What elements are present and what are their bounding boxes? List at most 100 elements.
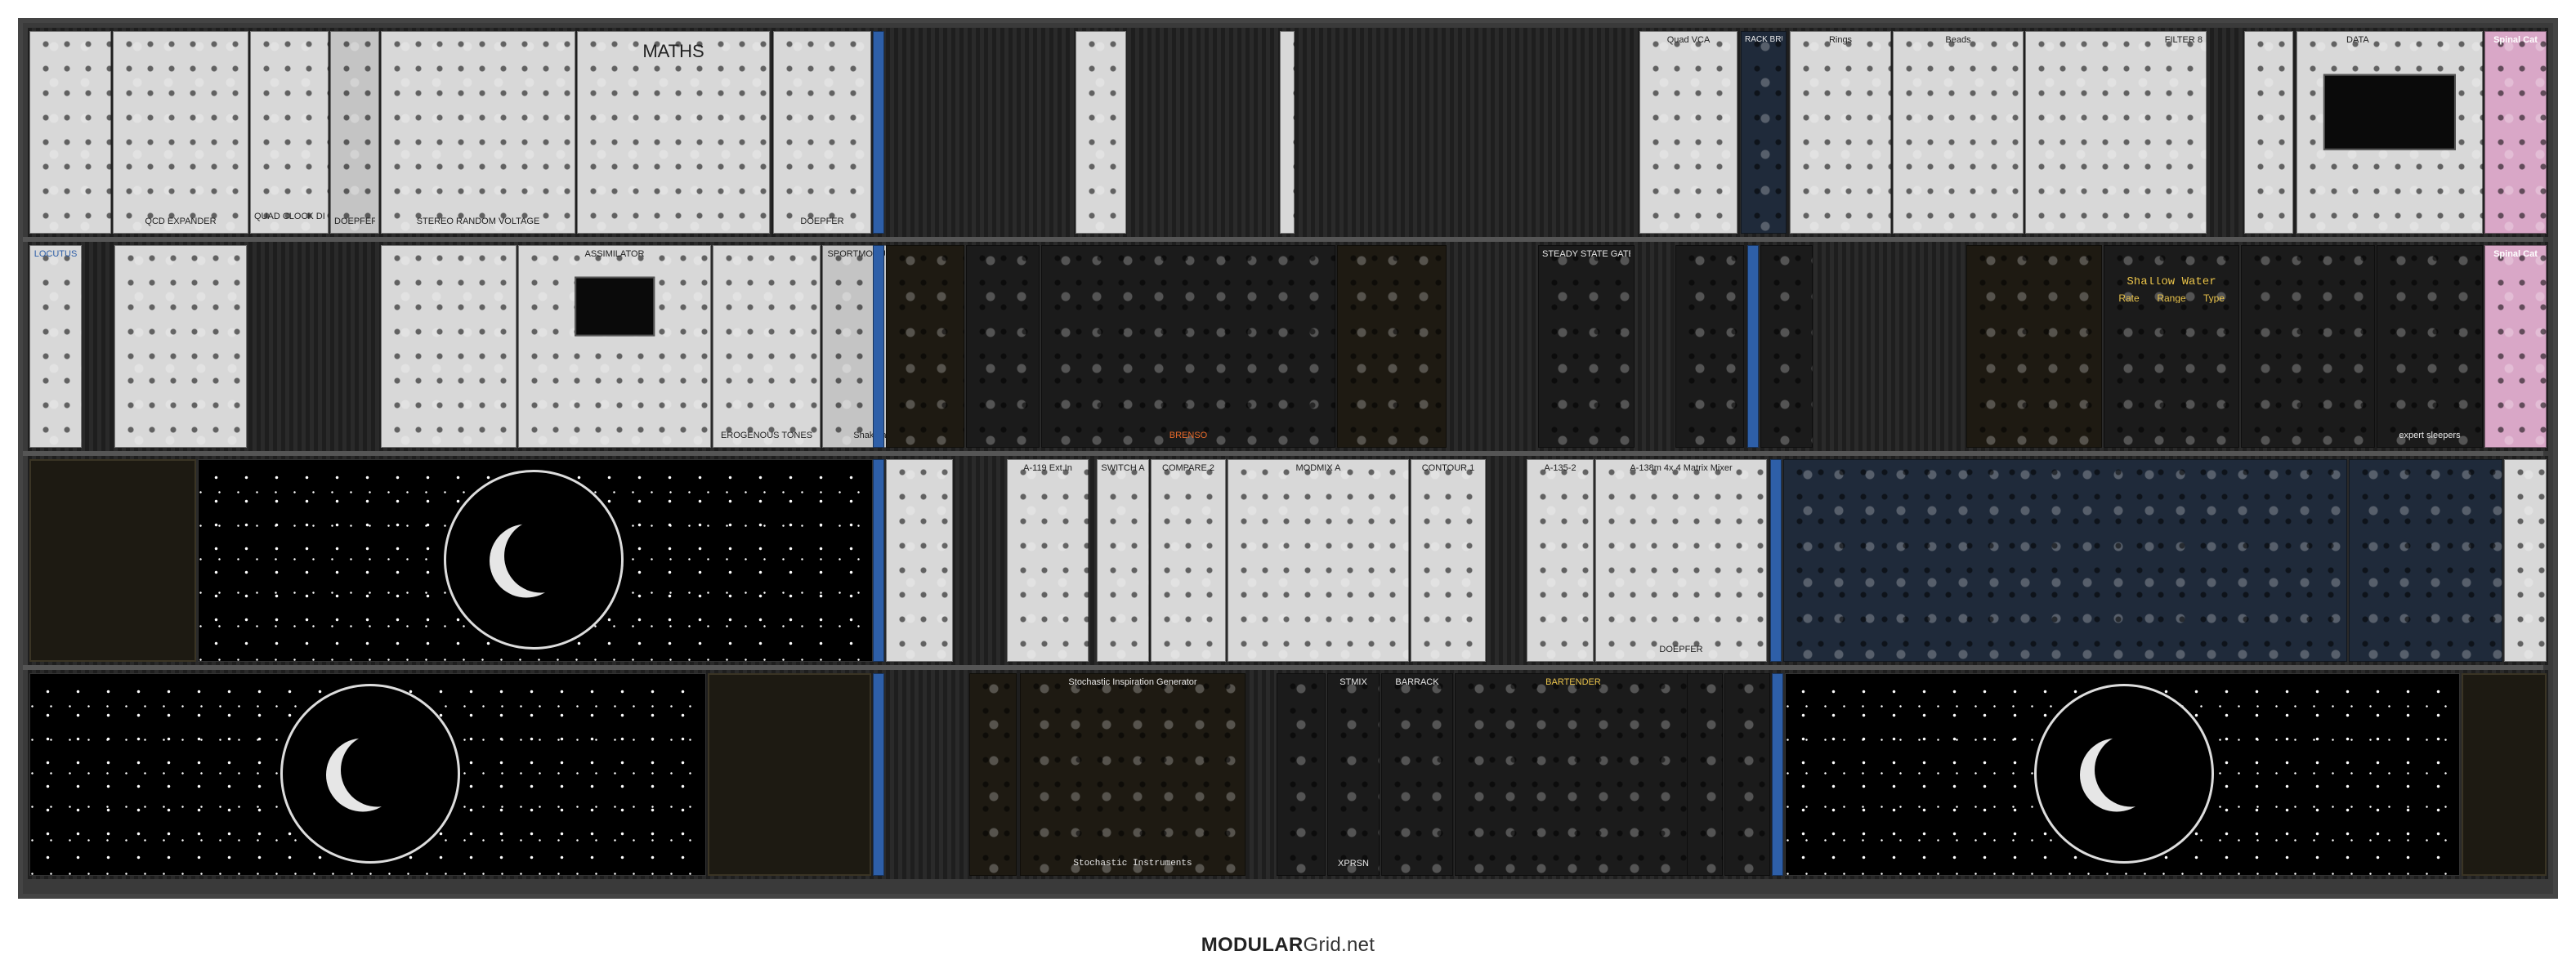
rack-row-2: LOCUTUS ASSIMILATOR EROGENOUS TONES SPOR… xyxy=(28,242,2548,451)
blank-plate xyxy=(708,673,871,876)
module-panel[interactable] xyxy=(969,673,1017,876)
module-panel[interactable] xyxy=(1277,673,1326,876)
module-panel[interactable]: RACK BRUTE xyxy=(1741,31,1787,234)
module-panel[interactable] xyxy=(2241,245,2375,448)
module-panel[interactable] xyxy=(114,245,247,448)
module-label: MODMIX A xyxy=(1295,463,1341,473)
module-panel[interactable]: Rings xyxy=(1790,31,1891,234)
module-label: LOCUTUS xyxy=(34,249,78,259)
mode-button-label[interactable]: Type xyxy=(2194,293,2234,303)
module-panel[interactable]: BRENSO xyxy=(1041,245,1335,448)
module-label: DOEPFER xyxy=(800,217,844,226)
module-panel[interactable] xyxy=(1770,459,1782,662)
module-panel[interactable]: STEADY STATE GATE xyxy=(1538,245,1635,448)
blank-panel-artwork xyxy=(1785,673,2460,876)
module-panel[interactable] xyxy=(2504,459,2547,662)
module-label: expert sleepers xyxy=(2399,431,2461,440)
module-panel[interactable] xyxy=(873,31,884,234)
module-panel[interactable] xyxy=(886,245,964,448)
moon-emblem-icon xyxy=(2034,684,2214,864)
module-panel[interactable] xyxy=(1724,673,1770,876)
module-label: A-135-2 xyxy=(1544,463,1576,473)
module-panel[interactable] xyxy=(886,459,953,662)
module-label: A-138m 4x 4 Matrix Mixer xyxy=(1630,463,1733,473)
module-panel[interactable]: expert sleepers xyxy=(2377,245,2483,448)
module-panel[interactable] xyxy=(1783,459,2347,662)
module-panel[interactable]: QUAD CLOCK DISTRIBUTOR xyxy=(250,31,329,234)
module-label: RACK BRUTE xyxy=(1745,35,1782,44)
module-panel[interactable] xyxy=(873,459,884,662)
module-panel[interactable]: ASSIMILATOR xyxy=(518,245,711,448)
module-panel[interactable] xyxy=(1337,245,1447,448)
module-panel[interactable]: Stochastic Inspiration Generator Stochast… xyxy=(1020,673,1246,876)
module-panel[interactable] xyxy=(966,245,1040,448)
blank-panel-artwork xyxy=(198,459,873,662)
module-label: Stochastic Instruments xyxy=(1073,859,1192,868)
module-label: Beads xyxy=(1945,35,1971,45)
module-panel[interactable] xyxy=(873,673,884,876)
blank-plate xyxy=(29,459,196,662)
module-panel[interactable] xyxy=(2244,31,2293,234)
module-panel[interactable]: STMIX XPRSN xyxy=(1327,673,1380,876)
module-panel[interactable]: QCD EXPANDER xyxy=(113,31,248,234)
module-panel[interactable]: Shallow Water Rate Range Type xyxy=(2104,245,2239,448)
module-panel[interactable] xyxy=(1280,31,1295,234)
rack-row-1: QCD EXPANDER QUAD CLOCK DISTRIBUTOR DOEP… xyxy=(28,28,2548,237)
module-label: CONTOUR 1 xyxy=(1421,463,1475,473)
module-panel[interactable]: DATA xyxy=(2296,31,2483,234)
module-label: STMIX xyxy=(1339,677,1367,687)
brand-rest: Grid.net xyxy=(1303,934,1375,956)
mode-button-label[interactable]: Range xyxy=(2152,293,2191,303)
module-panel[interactable] xyxy=(381,245,517,448)
module-label: Spinal Cat xyxy=(2493,35,2538,45)
module-panel[interactable]: EROGENOUS TONES xyxy=(713,245,821,448)
module-panel[interactable]: Spinal Cat xyxy=(2484,31,2547,234)
module-panel[interactable]: A-119 Ext.In xyxy=(1007,459,1089,662)
module-panel[interactable] xyxy=(873,245,884,448)
module-panel[interactable] xyxy=(1966,245,2102,448)
module-label: ASSIMILATOR xyxy=(584,249,645,259)
brand-bold: MODULAR xyxy=(1201,934,1304,956)
module-panel[interactable] xyxy=(1747,245,1759,448)
module-panel[interactable]: Spinal Cat xyxy=(2484,245,2547,448)
module-panel[interactable] xyxy=(1687,673,1723,876)
module-label: FILTER 8 xyxy=(2164,35,2203,45)
module-panel[interactable]: MATHS xyxy=(577,31,770,234)
module-panel[interactable]: A-135-2 xyxy=(1527,459,1594,662)
module-label: Rings xyxy=(1828,35,1853,45)
module-label: Shallow Water xyxy=(2127,277,2216,287)
mode-button-label[interactable]: Rate xyxy=(2109,293,2149,303)
module-panel[interactable]: STEREO RANDOM VOLTAGE xyxy=(381,31,575,234)
moon-emblem-icon xyxy=(280,684,460,864)
module-panel[interactable]: COMPARE 2 xyxy=(1151,459,1226,662)
module-panel[interactable] xyxy=(29,31,111,234)
module-panel[interactable] xyxy=(1675,245,1744,448)
module-label: DATA xyxy=(2346,35,2369,45)
module-label: STEREO RANDOM VOLTAGE xyxy=(416,217,540,226)
module-panel[interactable] xyxy=(1760,245,1813,448)
module-panel[interactable]: DOEPFER xyxy=(773,31,871,234)
module-panel[interactable]: LOCUTUS xyxy=(29,245,82,448)
module-panel[interactable]: MODMIX A xyxy=(1228,459,1409,662)
module-panel[interactable]: CONTOUR 1 xyxy=(1411,459,1486,662)
module-panel[interactable]: SWITCH A xyxy=(1097,459,1149,662)
module-label: Stochastic Inspiration Generator xyxy=(1068,677,1197,687)
module-panel[interactable] xyxy=(1772,673,1783,876)
rack-row-3: A-119 Ext.In SWITCH A COMPARE 2 MODMIX A… xyxy=(28,456,2548,665)
module-panel[interactable]: Beads xyxy=(1893,31,2024,234)
module-panel[interactable]: BARRACK xyxy=(1381,673,1453,876)
module-label: SWITCH A xyxy=(1101,463,1145,473)
module-panel[interactable]: DOEPFER xyxy=(330,31,379,234)
module-display xyxy=(575,276,655,337)
module-panel[interactable]: Quad VCA xyxy=(1639,31,1737,234)
module-panel[interactable]: A-138m 4x 4 Matrix Mixer DOEPFER xyxy=(1595,459,1767,662)
module-panel[interactable]: BARTENDER xyxy=(1455,673,1692,876)
module-label: DOEPFER xyxy=(1659,645,1703,654)
module-panel[interactable]: FILTER 8 xyxy=(2025,31,2207,234)
module-panel[interactable] xyxy=(2349,459,2502,662)
rack-case: QCD EXPANDER QUAD CLOCK DISTRIBUTOR DOEP… xyxy=(18,18,2558,899)
module-panel[interactable] xyxy=(1076,31,1126,234)
module-label: QCD EXPANDER xyxy=(145,217,217,226)
module-label: BARTENDER xyxy=(1545,677,1601,687)
module-label: BARRACK xyxy=(1395,677,1439,687)
